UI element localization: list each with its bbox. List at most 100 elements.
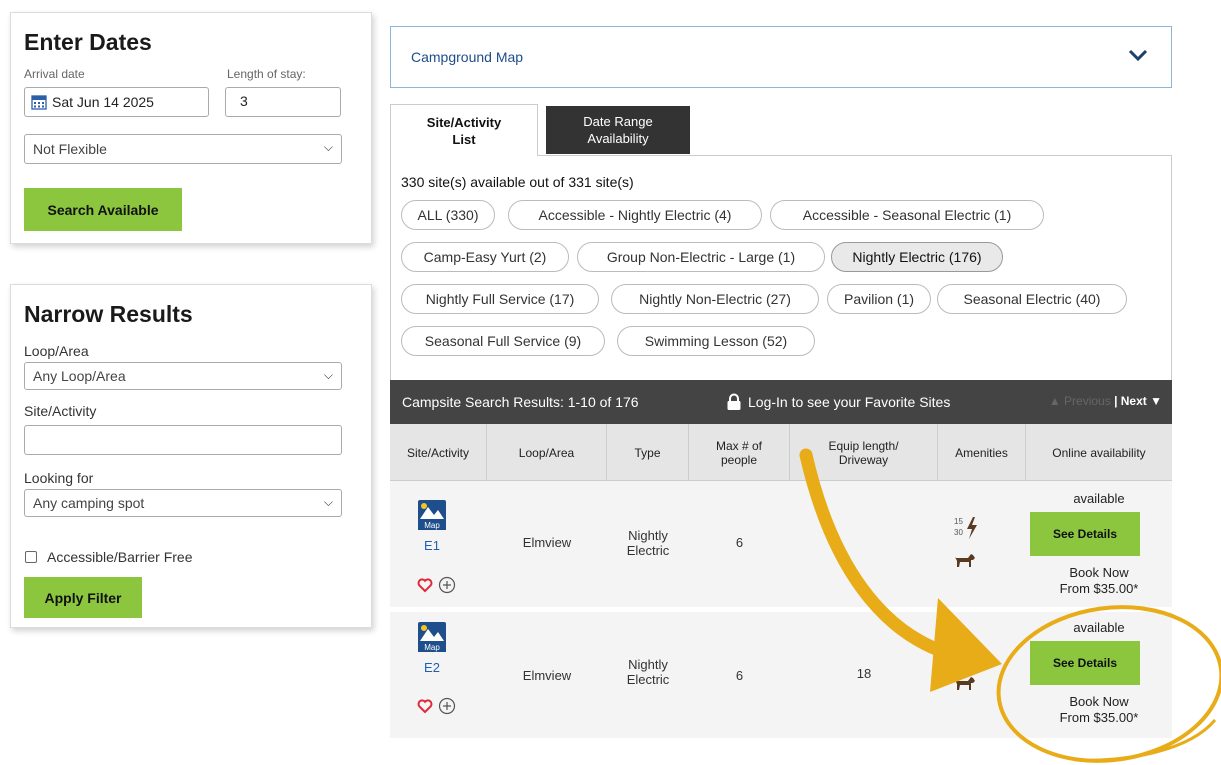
search-available-button[interactable]: Search Available	[24, 188, 182, 231]
loop-area-value: Any Loop/Area	[33, 368, 126, 384]
login-favorites-label: Log-In to see your Favorite Sites	[748, 394, 951, 410]
arrival-date-label: Arrival date	[24, 67, 85, 81]
book-now-info[interactable]: Book Now From $35.00*	[1026, 565, 1172, 597]
category-chip[interactable]: ALL (330)	[401, 200, 495, 230]
category-chip[interactable]: Swimming Lesson (52)	[617, 326, 815, 356]
price-label: From $35.00*	[1059, 710, 1139, 725]
pagination: ▲ Previous | Next ▼	[1049, 394, 1162, 408]
next-page-link[interactable]: | Next ▼	[1114, 394, 1162, 408]
amp-bottom: 30	[954, 528, 963, 537]
tab-label-line2: List	[452, 131, 476, 147]
results-title: Campsite Search Results: 1-10 of 176	[402, 394, 639, 410]
accessible-label: Accessible/Barrier Free	[47, 549, 193, 565]
site-link[interactable]: E1	[417, 538, 447, 553]
chevron-down-icon: ⌵	[323, 140, 333, 154]
category-chip[interactable]: Seasonal Electric (40)	[937, 284, 1127, 314]
column-header[interactable]: Site/Activity	[390, 424, 487, 481]
length-of-stay-label: Length of stay:	[227, 67, 306, 81]
narrow-results-title: Narrow Results	[24, 301, 193, 327]
category-chip[interactable]: Nightly Non-Electric (27)	[611, 284, 819, 314]
see-details-button[interactable]: See Details	[1030, 641, 1140, 685]
column-header[interactable]: Loop/Area	[487, 424, 607, 481]
accessible-checkbox[interactable]	[25, 551, 37, 563]
looking-for-value: Any camping spot	[33, 495, 145, 511]
type-cell: Nightly Electric	[607, 657, 689, 687]
max-people-cell: 6	[735, 535, 744, 550]
amp-top: 15	[954, 517, 963, 526]
add-circle-icon[interactable]	[438, 697, 456, 715]
category-chip[interactable]: Pavilion (1)	[827, 284, 931, 314]
tab-label-line2: Availability	[587, 131, 649, 146]
site-type-filter: 330 site(s) available out of 331 site(s)…	[390, 155, 1172, 380]
type-line2: Electric	[626, 672, 670, 687]
type-line2: Electric	[626, 543, 670, 558]
availability-count: 330 site(s) available out of 331 site(s)	[401, 174, 634, 190]
tab-date-range-availability[interactable]: Date Range Availability	[546, 106, 690, 154]
map-icon-label: Map	[424, 521, 440, 530]
availability-status: available	[1073, 491, 1125, 506]
tab-site-activity-list[interactable]: Site/Activity List	[390, 104, 538, 156]
category-chip[interactable]: Nightly Full Service (17)	[401, 284, 599, 314]
site-link[interactable]: E2	[417, 660, 447, 675]
loop-area-select[interactable]: Any Loop/Area ⌵	[24, 362, 342, 390]
add-circle-icon[interactable]	[438, 576, 456, 594]
column-header[interactable]: Online availability	[1026, 424, 1172, 481]
campground-map-label: Campground Map	[411, 49, 524, 65]
accessible-filter[interactable]: Accessible/Barrier Free	[25, 549, 193, 565]
calendar-icon	[31, 95, 47, 110]
chevron-down-icon	[1128, 49, 1148, 62]
table-row: Map E2 Elmview Nightly Electric 6 18 avai…	[390, 612, 1172, 738]
column-header[interactable]: Max # of people	[689, 424, 790, 481]
arrival-date-field[interactable]: Sat Jun 14 2025	[24, 87, 209, 117]
length-of-stay-field[interactable]: 3	[225, 87, 341, 117]
tab-label-line1: Date Range	[583, 114, 653, 129]
book-now-label: Book Now	[1069, 565, 1129, 580]
previous-page-link[interactable]: ▲ Previous	[1049, 394, 1111, 408]
loop-area-label: Loop/Area	[24, 343, 89, 359]
enter-dates-panel: Enter Dates Arrival date Length of stay:…	[10, 12, 372, 244]
narrow-results-panel: Narrow Results Loop/Area Any Loop/Area ⌵…	[10, 284, 372, 628]
looking-for-select[interactable]: Any camping spot ⌵	[24, 489, 342, 517]
price-label: From $35.00*	[1059, 581, 1139, 596]
map-icon[interactable]: Map	[417, 499, 447, 531]
equip-length-cell: 18	[856, 666, 872, 681]
chevron-down-icon: ⌵	[323, 368, 333, 382]
electric-icon: 15 30	[954, 517, 984, 543]
type-line1: Nightly	[628, 657, 668, 672]
availability-status: available	[1073, 620, 1125, 635]
category-chip[interactable]: Accessible - Nightly Electric (4)	[508, 200, 762, 230]
book-now-info[interactable]: Book Now From $35.00*	[1026, 694, 1172, 726]
category-chip[interactable]: Accessible - Seasonal Electric (1)	[770, 200, 1044, 230]
max-people-cell: 6	[735, 668, 744, 683]
looking-for-label: Looking for	[24, 470, 94, 486]
login-favorites-link[interactable]: Log-In to see your Favorite Sites	[726, 393, 950, 411]
heart-icon[interactable]	[417, 698, 433, 714]
table-row: Map E1 Elmview Nightly Electric 6 15 30 a…	[390, 481, 1172, 607]
apply-filter-button[interactable]: Apply Filter	[24, 577, 142, 618]
arrival-date-value: Sat Jun 14 2025	[52, 94, 154, 110]
column-header[interactable]: Type	[607, 424, 689, 481]
loop-area-cell: Elmview	[522, 668, 572, 683]
chevron-down-icon: ⌵	[323, 495, 333, 509]
see-details-button[interactable]: See Details	[1030, 512, 1140, 556]
map-icon[interactable]: Map	[417, 621, 447, 653]
enter-dates-title: Enter Dates	[24, 29, 152, 55]
category-chip[interactable]: Camp-Easy Yurt (2)	[401, 242, 569, 272]
book-now-label: Book Now	[1069, 694, 1129, 709]
site-activity-input[interactable]	[24, 425, 342, 455]
heart-icon[interactable]	[417, 577, 433, 593]
flexibility-select[interactable]: Not Flexible ⌵	[24, 134, 342, 164]
type-cell: Nightly Electric	[607, 528, 689, 558]
category-chip[interactable]: Group Non-Electric - Large (1)	[577, 242, 825, 272]
results-header: Campsite Search Results: 1-10 of 176 Log…	[390, 380, 1172, 424]
category-chip-active[interactable]: Nightly Electric (176)	[831, 242, 1003, 272]
pet-icon	[955, 554, 975, 567]
table-header: Site/Activity Loop/Area Type Max # of pe…	[390, 424, 1172, 481]
site-activity-label: Site/Activity	[24, 403, 97, 419]
column-header[interactable]: Amenities	[938, 424, 1026, 481]
category-chip[interactable]: Seasonal Full Service (9)	[401, 326, 605, 356]
campground-map-toggle[interactable]: Campground Map	[390, 26, 1172, 88]
flexibility-value: Not Flexible	[33, 141, 107, 157]
column-header[interactable]: Equip length/ Driveway	[790, 424, 938, 481]
type-line1: Nightly	[628, 528, 668, 543]
